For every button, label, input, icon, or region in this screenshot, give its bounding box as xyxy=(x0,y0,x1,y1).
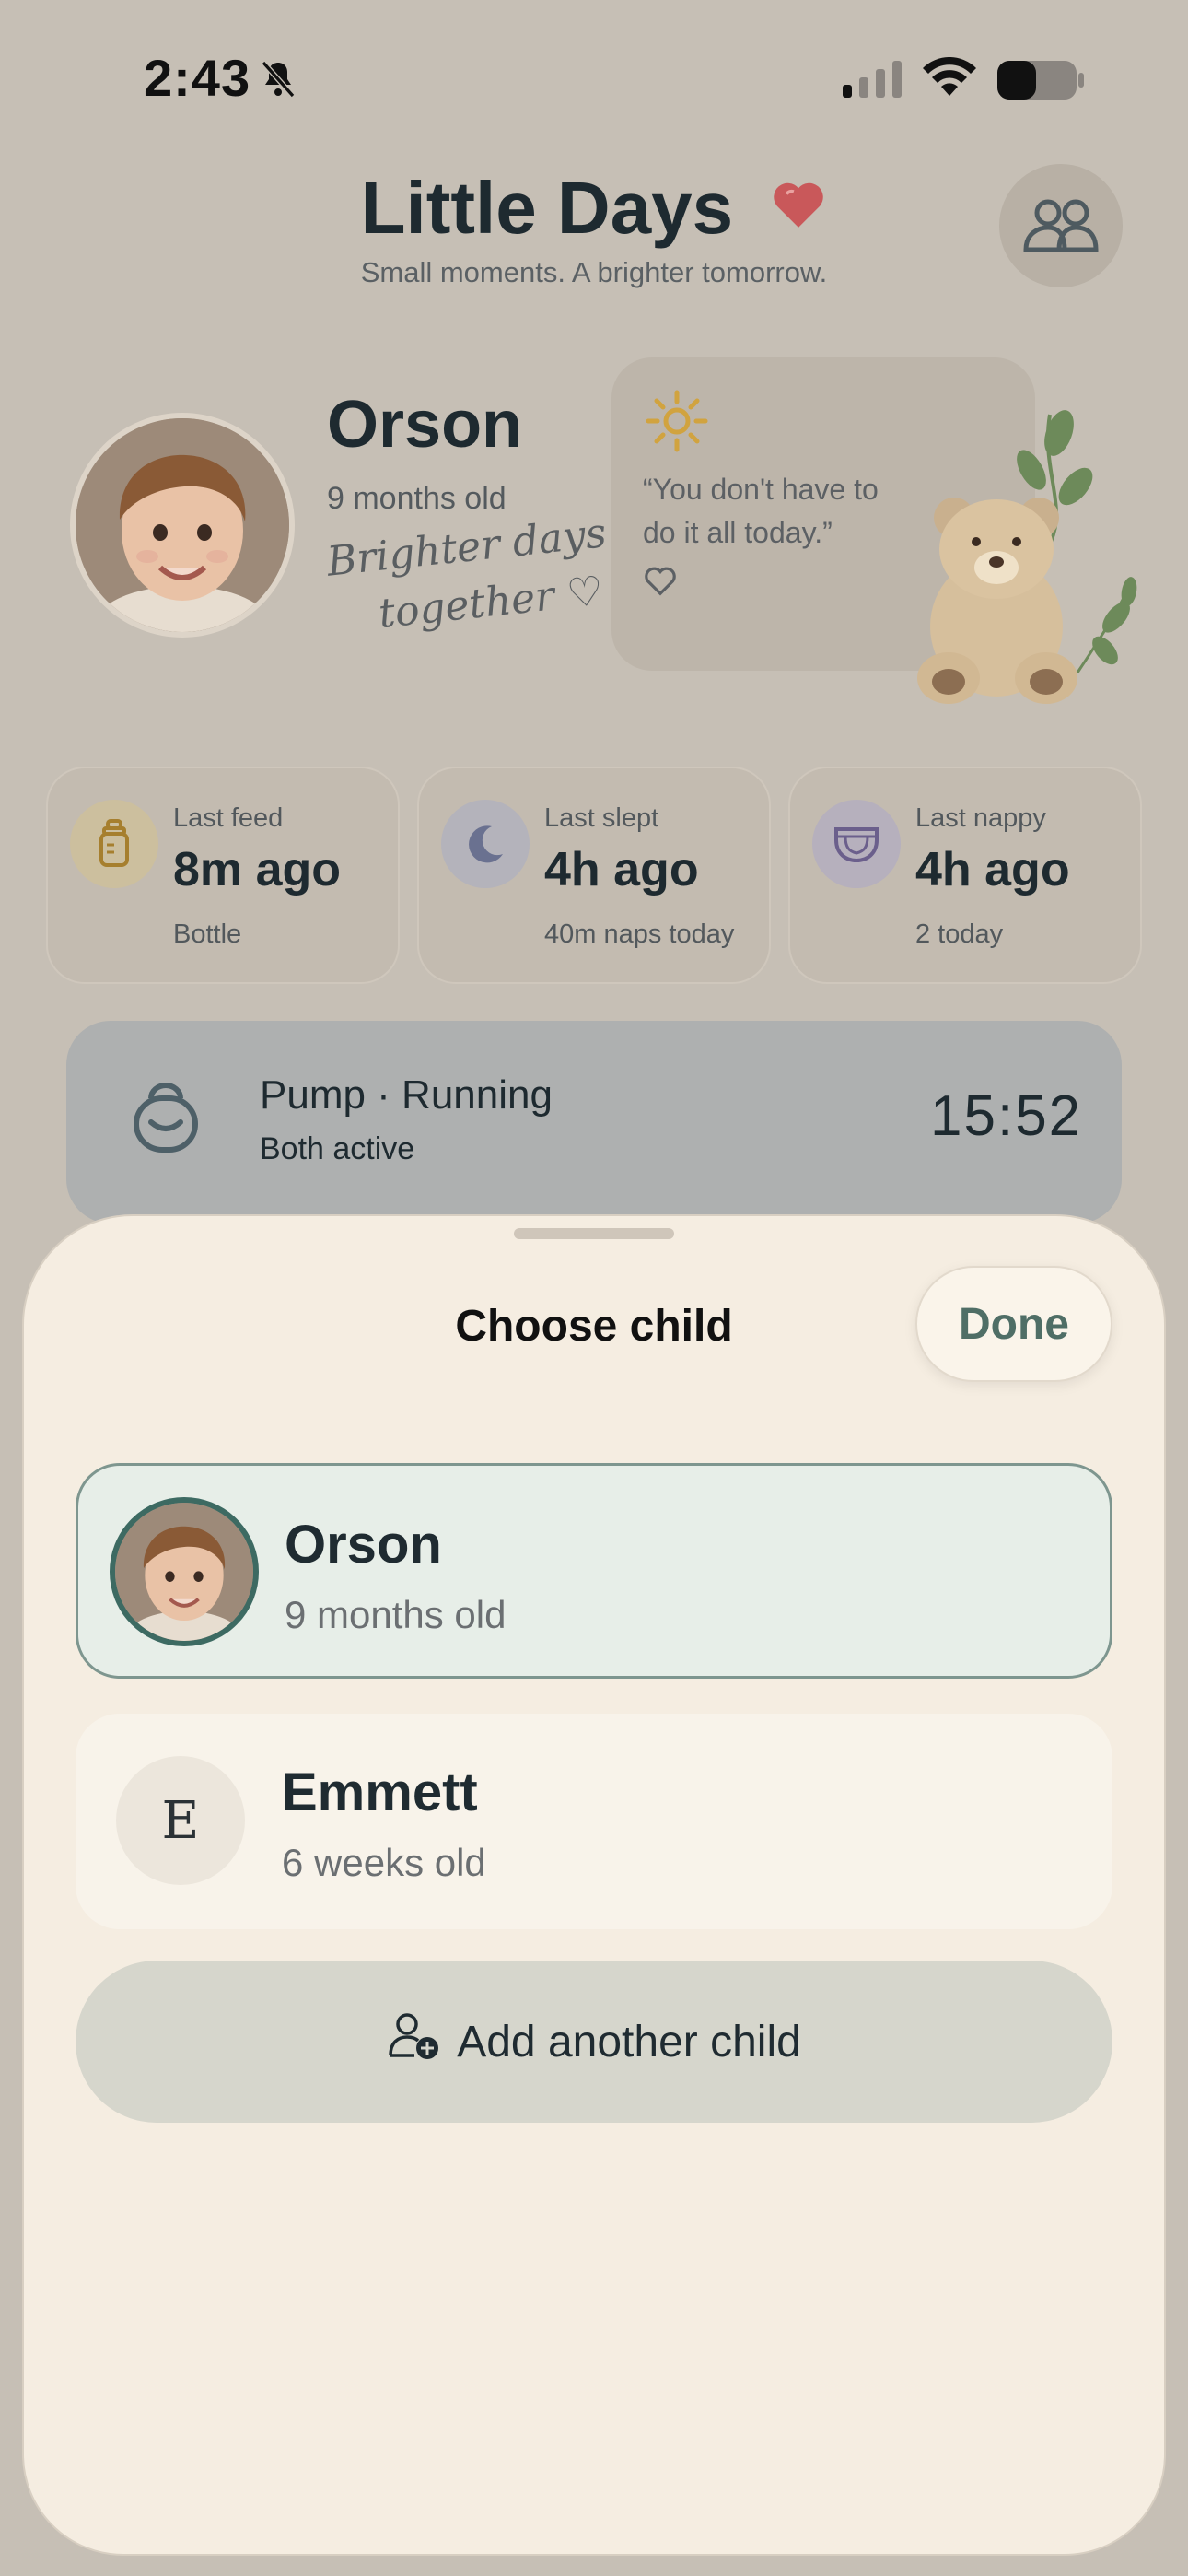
moon-icon xyxy=(441,800,530,888)
nappy-icon xyxy=(812,800,901,888)
child-row-name: Emmett xyxy=(282,1762,478,1822)
child-row-orson[interactable]: Orson 9 months old xyxy=(76,1463,1112,1679)
pump-icon xyxy=(127,1078,204,1160)
stat-value: 4h ago xyxy=(915,843,1070,896)
add-person-icon xyxy=(387,2011,440,2072)
stat-card-sleep[interactable]: Last slept 4h ago 40m naps today xyxy=(417,767,771,984)
teddy-bear-illustration xyxy=(912,396,1151,714)
heart-outline-icon xyxy=(643,564,678,602)
family-icon xyxy=(1022,194,1100,258)
battery-icon xyxy=(997,61,1084,104)
bell-slash-icon xyxy=(256,57,300,106)
tagline: Brighter days together ♡ xyxy=(324,505,615,648)
pump-title: Pump · Running xyxy=(260,1072,553,1118)
status-time: 2:43 xyxy=(144,49,251,107)
child-age: 9 months old xyxy=(327,481,507,516)
add-child-button[interactable]: Add another child xyxy=(76,1961,1112,2123)
done-button[interactable]: Done xyxy=(915,1266,1112,1382)
sheet-grabber[interactable] xyxy=(514,1228,674,1239)
signal-icon xyxy=(843,61,903,102)
stat-value: 4h ago xyxy=(544,843,699,896)
stat-card-nappy[interactable]: Last nappy 4h ago 2 today xyxy=(788,767,1142,984)
pump-timer: 15:52 xyxy=(930,1084,1083,1148)
stat-card-feed[interactable]: Last feed 8m ago Bottle xyxy=(46,767,400,984)
bottle-icon xyxy=(70,800,158,888)
child-row-name: Orson xyxy=(285,1515,442,1575)
stat-label: Last feed xyxy=(173,803,284,833)
child-row-age: 6 weeks old xyxy=(282,1841,486,1884)
child-initial-avatar: E xyxy=(116,1756,245,1885)
child-name: Orson xyxy=(327,388,523,462)
sun-icon xyxy=(645,389,709,458)
child-avatar xyxy=(70,413,295,638)
add-child-label: Add another child xyxy=(457,2017,801,2067)
stat-value: 8m ago xyxy=(173,843,342,896)
pump-subtitle: Both active xyxy=(260,1131,415,1166)
child-avatar-small xyxy=(110,1497,259,1646)
stat-sub: Bottle xyxy=(173,919,242,949)
quote-text: “You don't have to do it all today.” xyxy=(643,473,879,549)
wifi-icon xyxy=(921,56,978,104)
family-button[interactable] xyxy=(999,164,1123,287)
stat-sub: 2 today xyxy=(915,919,1004,949)
stat-label: Last slept xyxy=(544,803,659,833)
app-title-text: Little Days xyxy=(360,167,734,249)
heart-icon xyxy=(770,163,827,248)
stat-sub: 40m naps today xyxy=(544,919,735,949)
stat-label: Last nappy xyxy=(915,803,1046,833)
child-row-age: 9 months old xyxy=(285,1593,507,1636)
child-row-emmett[interactable]: E Emmett 6 weeks old xyxy=(76,1714,1112,1929)
